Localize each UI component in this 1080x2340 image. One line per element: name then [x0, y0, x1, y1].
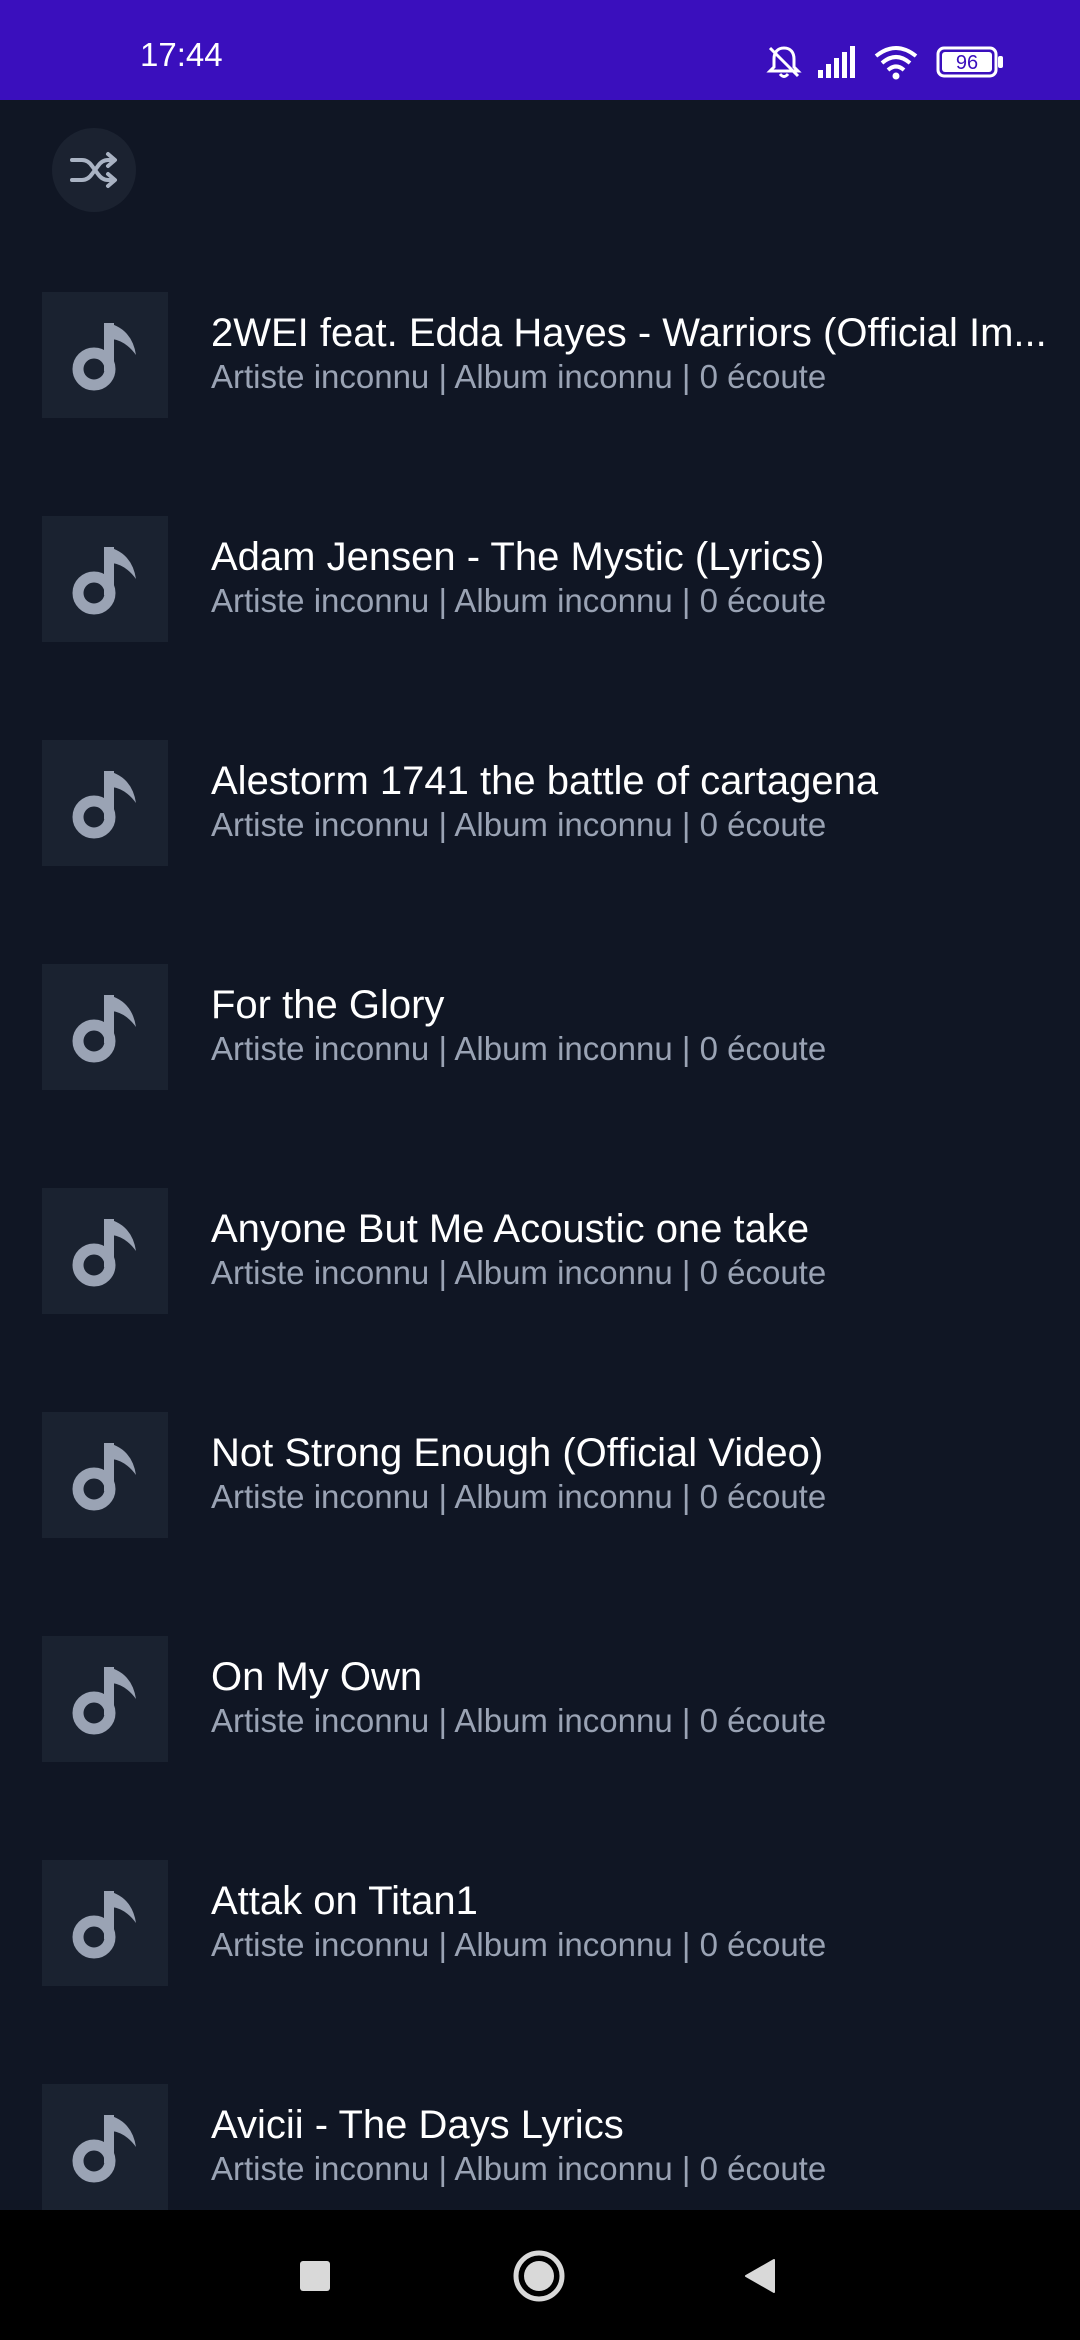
- music-note-icon: [72, 1443, 136, 1511]
- track-artwork: [42, 1636, 168, 1762]
- shuffle-icon: [70, 152, 117, 188]
- track-title: Avicii - The Days Lyrics: [211, 2103, 624, 2147]
- signal-icon: [818, 46, 855, 78]
- track-artwork: [42, 2084, 168, 2210]
- track-subtitle: Artiste inconnu | Album inconnu | 0 écou…: [211, 1478, 827, 1515]
- track-subtitle: Artiste inconnu | Album inconnu | 0 écou…: [211, 1926, 827, 1963]
- home-circle-icon: [513, 2250, 565, 2302]
- music-note-icon: [72, 547, 136, 615]
- music-note-icon: [72, 1219, 136, 1287]
- track-artwork: [42, 292, 168, 418]
- track-list: 2WEI feat. Edda Hayes - Warriors (Offici…: [0, 292, 1080, 2210]
- track-subtitle: Artiste inconnu | Album inconnu | 0 écou…: [211, 806, 827, 843]
- track-title: Attak on Titan1: [211, 1879, 478, 1923]
- track-subtitle: Artiste inconnu | Album inconnu | 0 écou…: [211, 358, 827, 395]
- track-item[interactable]: Alestorm 1741 the battle of cartagena Ar…: [0, 740, 1080, 964]
- track-title: Not Strong Enough (Official Video): [211, 1431, 824, 1475]
- battery-icon: 96: [936, 46, 1003, 78]
- track-artwork: [42, 964, 168, 1090]
- battery-level: 96: [956, 52, 978, 74]
- track-title: Alestorm 1741 the battle of cartagena: [211, 759, 879, 803]
- track-subtitle: Artiste inconnu | Album inconnu | 0 écou…: [211, 2150, 827, 2187]
- shuffle-button[interactable]: [52, 128, 136, 212]
- music-note-icon: [72, 2115, 136, 2183]
- home-button[interactable]: [509, 2246, 569, 2306]
- track-subtitle: Artiste inconnu | Album inconnu | 0 écou…: [211, 1030, 827, 1067]
- mute-icon: [766, 46, 802, 78]
- music-note-icon: [72, 1667, 136, 1735]
- music-note-icon: [72, 995, 136, 1063]
- track-artwork: [42, 516, 168, 642]
- track-item[interactable]: Not Strong Enough (Official Video) Artis…: [0, 1412, 1080, 1636]
- track-title: On My Own: [211, 1655, 423, 1699]
- track-item[interactable]: For the Glory Artiste inconnu | Album in…: [0, 964, 1080, 1188]
- track-artwork: [42, 740, 168, 866]
- track-item[interactable]: Anyone But Me Acoustic one take Artiste …: [0, 1188, 1080, 1412]
- status-icons: 96: [764, 42, 1014, 82]
- wifi-icon: [874, 46, 918, 80]
- music-note-icon: [72, 771, 136, 839]
- track-title: For the Glory: [211, 983, 445, 1027]
- track-title: Adam Jensen - The Mystic (Lyrics): [211, 535, 825, 579]
- track-item[interactable]: 2WEI feat. Edda Hayes - Warriors (Offici…: [0, 292, 1080, 516]
- status-bar: 17:44 96: [0, 0, 1080, 100]
- track-title: Anyone But Me Acoustic one take: [211, 1207, 810, 1251]
- recents-button[interactable]: [285, 2246, 345, 2306]
- track-item[interactable]: Adam Jensen - The Mystic (Lyrics) Artist…: [0, 516, 1080, 740]
- track-artwork: [42, 1412, 168, 1538]
- track-subtitle: Artiste inconnu | Album inconnu | 0 écou…: [211, 1702, 827, 1739]
- status-time: 17:44: [140, 36, 223, 73]
- music-note-icon: [72, 1891, 136, 1959]
- track-item[interactable]: Avicii - The Days Lyrics Artiste inconnu…: [0, 2084, 1080, 2210]
- track-item[interactable]: Attak on Titan1 Artiste inconnu | Album …: [0, 1860, 1080, 2084]
- track-subtitle: Artiste inconnu | Album inconnu | 0 écou…: [211, 1254, 827, 1291]
- back-button[interactable]: [730, 2246, 790, 2306]
- track-subtitle: Artiste inconnu | Album inconnu | 0 écou…: [211, 582, 827, 619]
- back-triangle-icon: [745, 2259, 775, 2293]
- track-artwork: [42, 1860, 168, 1986]
- music-note-icon: [72, 323, 136, 391]
- track-artwork: [42, 1188, 168, 1314]
- track-item[interactable]: On My Own Artiste inconnu | Album inconn…: [0, 1636, 1080, 1860]
- navigation-bar: [0, 2210, 1080, 2340]
- recents-square-icon: [300, 2261, 330, 2291]
- music-library: 2WEI feat. Edda Hayes - Warriors (Offici…: [0, 100, 1080, 2210]
- track-title: 2WEI feat. Edda Hayes - Warriors (Offici…: [211, 311, 1047, 355]
